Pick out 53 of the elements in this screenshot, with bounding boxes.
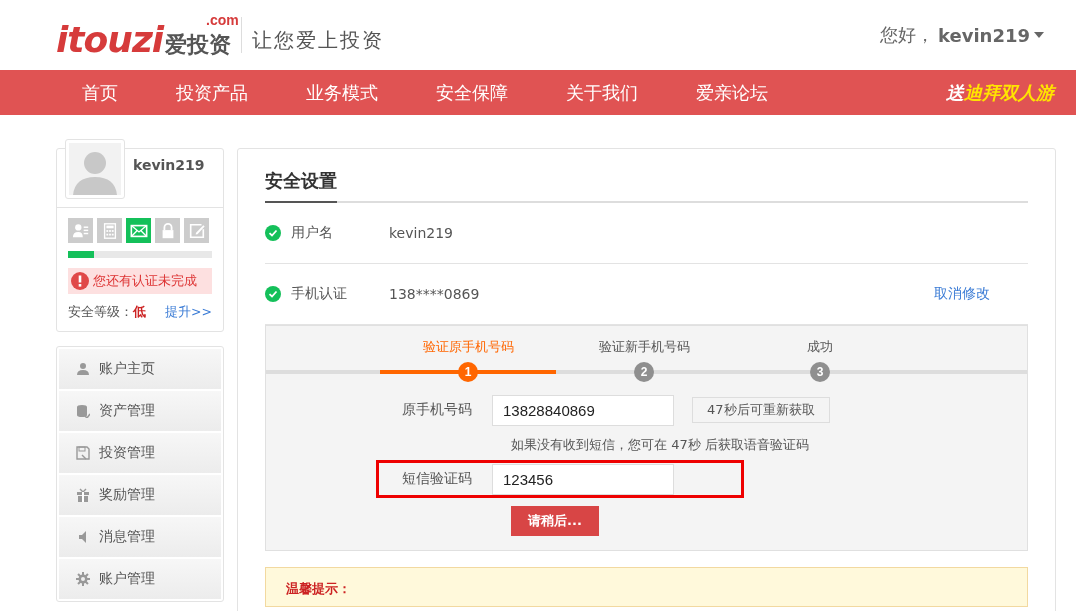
hint-text: 如果没有收到短信，您可在 47秒 后获取语音验证码 <box>511 436 810 454</box>
greeting: 您好， <box>880 23 934 47</box>
envelope-icon[interactable] <box>126 218 151 243</box>
alert-icon <box>71 272 89 290</box>
field-value: kevin219 <box>389 225 454 241</box>
sidebar-item[interactable]: 账户管理 <box>59 559 221 599</box>
nav-item[interactable]: 爱亲论坛 <box>680 80 784 105</box>
calculator-icon[interactable] <box>97 218 122 243</box>
tip-title: 温馨提示： <box>286 581 351 596</box>
lock-icon[interactable] <box>155 218 180 243</box>
resend-button[interactable]: 47秒后可重新获取 <box>692 397 830 423</box>
cancel-link[interactable]: 取消修改 <box>934 285 990 303</box>
section-title: 安全设置 <box>265 169 337 203</box>
caret-icon[interactable] <box>1034 32 1044 38</box>
step-number: 2 <box>634 362 654 382</box>
edit-icon[interactable] <box>184 218 209 243</box>
field-label: 原手机号码 <box>401 401 473 419</box>
code-field[interactable]: 123456 <box>492 463 674 495</box>
username: kevin219 <box>133 157 205 175</box>
nav-item[interactable]: 首页 <box>66 80 134 105</box>
step-label: 验证新手机号码 <box>598 338 690 356</box>
logo-wordmark: itouzi <box>56 22 164 58</box>
warning-text: 您还有认证未完成 <box>93 272 197 290</box>
nav-item[interactable]: 关于我们 <box>550 80 654 105</box>
security-level: 安全等级：低 <box>68 304 146 321</box>
person-icon <box>76 362 90 376</box>
step-number: 3 <box>810 362 830 382</box>
sidebar-item[interactable]: 奖励管理 <box>59 475 221 515</box>
logo-domain: .com <box>206 12 239 28</box>
nav-item[interactable]: 业务模式 <box>290 80 394 105</box>
field-label: 手机认证 <box>291 285 348 303</box>
upgrade-link[interactable]: 提升>> <box>165 304 212 321</box>
sidebar-item[interactable]: 账户主页 <box>59 349 221 389</box>
step-number: 1 <box>458 362 478 382</box>
submit-button[interactable]: 请稍后... <box>511 506 599 536</box>
field-label: 短信验证码 <box>401 470 473 488</box>
logo-name: 爱投资 <box>165 34 232 56</box>
avatar-icon <box>69 143 121 195</box>
sidebar-item[interactable]: 资产管理 <box>59 391 221 431</box>
id-card-icon[interactable] <box>68 218 93 243</box>
phone-field[interactable]: 13828840869 <box>492 394 674 426</box>
slogan: 让您爱上投资 <box>252 26 385 54</box>
field-label: 用户名 <box>291 224 334 242</box>
sidebar-item[interactable]: 消息管理 <box>59 517 221 557</box>
step-label: 成功 <box>807 338 833 356</box>
sidebar-item[interactable]: 投资管理 <box>59 433 221 473</box>
user-menu[interactable]: kevin219 <box>938 24 1030 46</box>
nav-item[interactable]: 安全保障 <box>420 80 524 105</box>
nav-item[interactable]: 投资产品 <box>160 80 264 105</box>
settings-icon <box>76 572 90 586</box>
step-label: 验证原手机号码 <box>422 338 514 356</box>
gift-icon <box>76 488 90 502</box>
field-value: 138****0869 <box>389 286 481 302</box>
